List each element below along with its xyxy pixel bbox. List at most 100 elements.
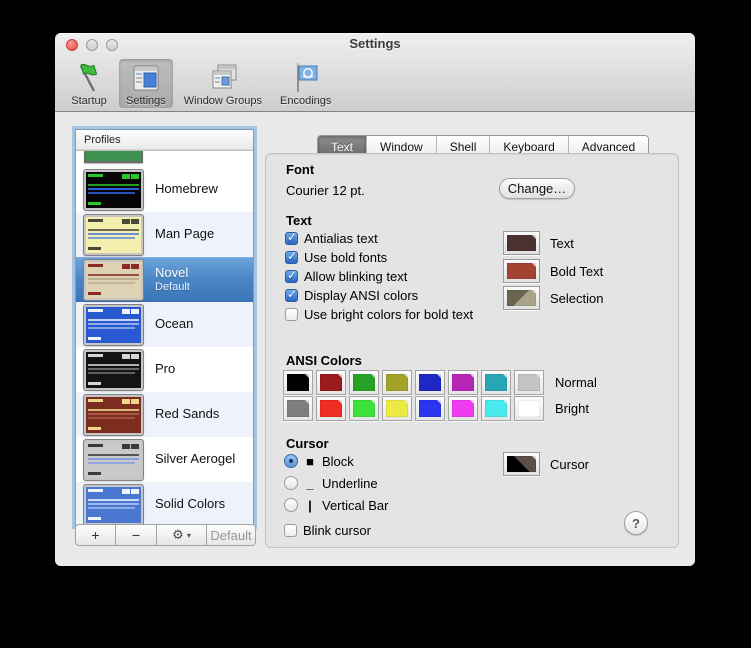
cursor-color-well[interactable] (503, 452, 540, 476)
text-heading: Text (286, 213, 312, 228)
radio-button (284, 476, 298, 490)
checkbox-box: ✓ (285, 229, 298, 245)
profile-row-novel-selected[interactable]: Novel Default (76, 257, 253, 302)
profile-thumbnail (84, 439, 143, 480)
remove-profile-button[interactable]: − (116, 524, 157, 546)
font-heading: Font (286, 162, 315, 177)
content-area: Profiles Homebrew Man Page Novel Default… (55, 112, 695, 566)
ansi-well-bright-black[interactable] (283, 396, 313, 421)
profiles-list-header[interactable]: Profiles (76, 130, 253, 151)
toolbar: Startup Settings Window Groups Encodings (55, 55, 695, 111)
settings-window-icon (133, 65, 159, 91)
vertical-bar-cursor-glyph: | (308, 497, 312, 513)
checkbox-antialias-text[interactable]: ✓ Antialias text (285, 230, 378, 246)
profile-default-badge: Default (155, 281, 190, 294)
ansi-well-white[interactable] (514, 370, 544, 395)
chevron-down-icon: ▾ (186, 530, 191, 540)
check-icon: ✓ (287, 267, 298, 282)
profile-name: Solid Colors (155, 496, 226, 512)
ansi-well-bright-red[interactable] (316, 396, 346, 421)
ansi-well-magenta[interactable] (448, 370, 478, 395)
selection-color-row: Selection (503, 286, 603, 310)
toolbar-item-window-groups[interactable]: Window Groups (177, 59, 269, 108)
profile-row-red-sands[interactable]: Red Sands (76, 392, 253, 437)
selection-color-well[interactable] (503, 286, 540, 310)
radio-block-cursor[interactable]: ■ Block (284, 453, 354, 469)
toolbar-item-encodings[interactable]: Encodings (273, 59, 338, 108)
ansi-bright-label: Bright (555, 401, 589, 416)
check-icon: ✓ (287, 248, 298, 263)
checkbox-box (285, 307, 298, 321)
font-value: Courier 12 pt. (286, 183, 365, 198)
ansi-well-bright-cyan[interactable] (481, 396, 511, 421)
profile-row-partial[interactable] (76, 151, 253, 167)
profile-name: Pro (155, 361, 176, 377)
change-font-button[interactable]: Change… (499, 178, 575, 199)
toolbar-label-settings: Settings (126, 95, 166, 107)
profiles-toolbar: + − ⚙ ▾ Default (75, 524, 256, 546)
checkbox-box (284, 523, 297, 537)
ansi-well-bright-yellow[interactable] (382, 396, 412, 421)
profile-name: Novel (155, 265, 189, 280)
checkbox-allow-blinking-text[interactable]: ✓ Allow blinking text (285, 268, 407, 284)
ansi-normal-row: Normal (283, 370, 597, 395)
ansi-well-cyan[interactable] (481, 370, 511, 395)
toolbar-label-window-groups: Window Groups (183, 95, 263, 107)
text-color-well[interactable] (503, 231, 540, 255)
settings-window: Settings Startup Settings Window Groups … (55, 33, 695, 566)
ansi-well-red[interactable] (316, 370, 346, 395)
profile-thumbnail (84, 349, 143, 390)
toolbar-item-settings[interactable]: Settings (119, 59, 173, 108)
ansi-well-bright-white[interactable] (514, 396, 544, 421)
profile-name: Silver Aerogel (155, 451, 236, 467)
checkbox-display-ansi-colors[interactable]: ✓ Display ANSI colors (285, 287, 418, 303)
profile-name: Man Page (155, 226, 215, 242)
radio-vertical-bar-cursor[interactable]: | Vertical Bar (284, 497, 388, 513)
profile-thumbnail (84, 484, 143, 525)
profile-row-ocean[interactable]: Ocean (76, 302, 253, 347)
profile-thumbnail (84, 214, 143, 255)
ansi-well-bright-green[interactable] (349, 396, 379, 421)
toolbar-item-startup[interactable]: Startup (63, 59, 115, 108)
profile-thumbnail (84, 394, 143, 435)
underline-cursor-glyph: _ (306, 475, 314, 491)
check-icon: ✓ (287, 229, 298, 244)
ansi-well-bright-blue[interactable] (415, 396, 445, 421)
profile-thumbnail (84, 260, 143, 300)
profiles-list: Profiles Homebrew Man Page Novel Default… (75, 129, 254, 526)
check-icon: ✓ (287, 286, 298, 301)
ansi-well-yellow[interactable] (382, 370, 412, 395)
profiles-scroll-area[interactable]: Homebrew Man Page Novel Default Ocean Pr… (76, 151, 253, 525)
add-profile-button[interactable]: + (75, 524, 116, 546)
checkbox-use-bold-fonts[interactable]: ✓ Use bold fonts (285, 249, 387, 265)
profile-row-man-page[interactable]: Man Page (76, 212, 253, 257)
block-cursor-glyph: ■ (306, 453, 314, 469)
profile-row-homebrew[interactable]: Homebrew (76, 167, 253, 212)
profile-name: Red Sands (155, 406, 220, 422)
ansi-bright-row: Bright (283, 396, 589, 421)
ansi-well-green[interactable] (349, 370, 379, 395)
profile-row-pro[interactable]: Pro (76, 347, 253, 392)
profile-row-solid-colors[interactable]: Solid Colors (76, 482, 253, 525)
bold-text-color-well[interactable] (503, 259, 540, 283)
checkbox-blink-cursor[interactable]: Blink cursor (284, 522, 371, 538)
titlebar[interactable]: Settings (55, 33, 695, 55)
ansi-well-black[interactable] (283, 370, 313, 395)
radio-button (284, 498, 298, 512)
encodings-un-flag-icon (296, 63, 318, 92)
ansi-well-bright-magenta[interactable] (448, 396, 478, 421)
action-menu-button[interactable]: ⚙ ▾ (157, 524, 207, 546)
help-button[interactable]: ? (624, 511, 648, 535)
window-chrome: Settings Startup Settings Window Groups … (55, 33, 695, 112)
toolbar-label-encodings: Encodings (280, 95, 332, 107)
profile-name: Ocean (155, 316, 194, 332)
profile-thumbnail (84, 304, 143, 345)
ansi-well-blue[interactable] (415, 370, 445, 395)
checkbox-bright-colors-bold[interactable]: Use bright colors for bold text (285, 306, 473, 322)
window-groups-icon (212, 64, 237, 89)
default-button[interactable]: Default (207, 524, 256, 546)
profile-row-silver-aerogel[interactable]: Silver Aerogel (76, 437, 253, 482)
radio-underline-cursor[interactable]: _ Underline (284, 475, 378, 491)
window-title: Settings (349, 36, 401, 51)
ansi-colors-heading: ANSI Colors (286, 353, 362, 368)
